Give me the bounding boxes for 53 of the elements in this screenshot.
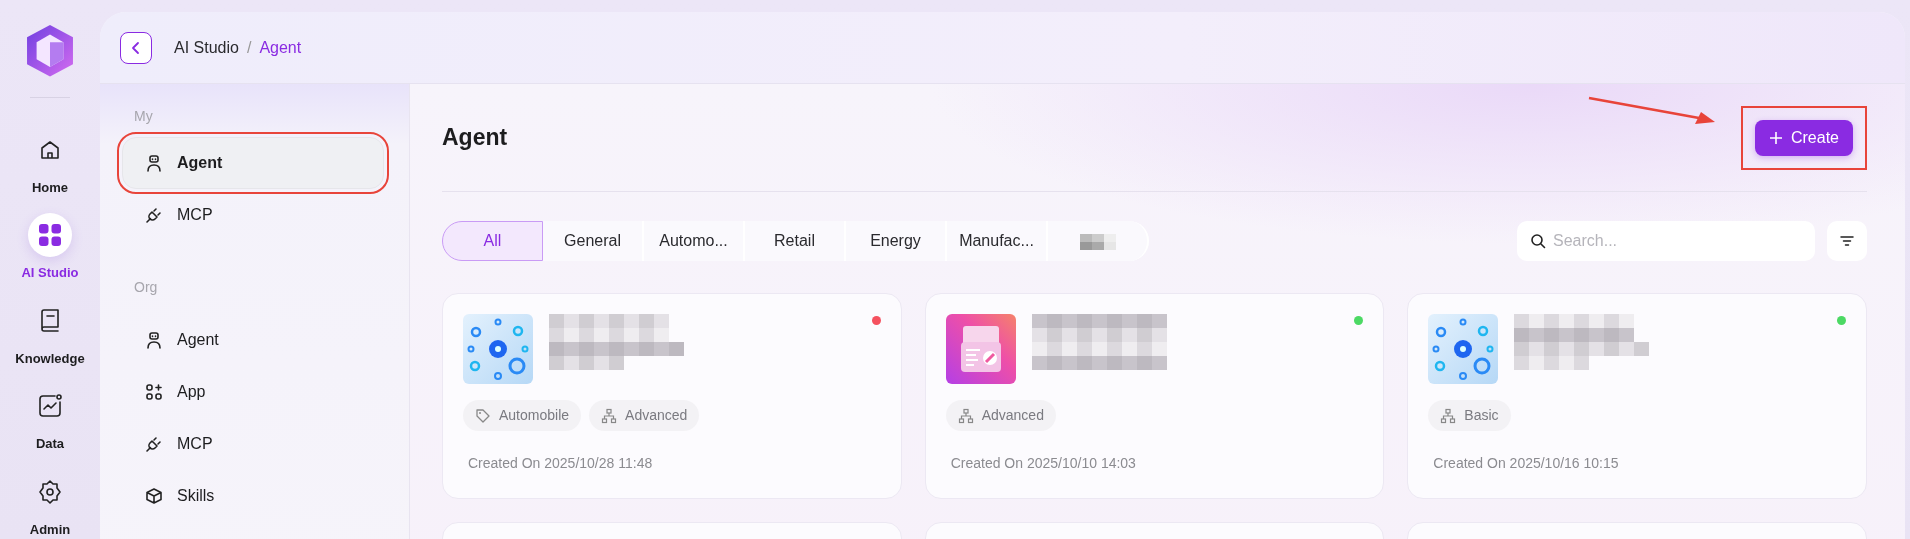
nav-item[interactable]: Knowledge: [15, 298, 85, 368]
nav-item[interactable]: Admin: [28, 469, 72, 539]
redacted-text: [1079, 233, 1116, 250]
chart-icon: [37, 393, 63, 419]
breadcrumb-separator: /: [246, 37, 252, 58]
plus-icon: [1768, 130, 1783, 145]
hierarchy-icon: [957, 407, 974, 424]
book-icon: [38, 307, 62, 334]
page-title: Agent: [442, 123, 508, 153]
search-field[interactable]: Search...: [1517, 221, 1815, 261]
back-button[interactable]: [120, 31, 152, 64]
sidebar-item[interactable]: App: [122, 366, 384, 418]
hierarchy-icon: [1440, 407, 1457, 424]
agent-card[interactable]: Advanced Created On 2025/10/10 14:03: [924, 293, 1385, 499]
apps-icon: [145, 383, 163, 401]
tag-chip: Advanced: [945, 400, 1056, 431]
settings-icon: [37, 478, 63, 505]
network-icon: [463, 314, 533, 384]
filter-icon: [1840, 235, 1854, 247]
agent-card[interactable]: Basic Created On 2025/10/16 10:15: [1407, 293, 1867, 499]
breadcrumb-current: Agent: [259, 37, 302, 58]
tag-icon: [475, 407, 491, 424]
plug-icon: [145, 206, 163, 224]
nav-item[interactable]: AI Studio: [21, 213, 79, 283]
grid-icon: [37, 222, 63, 248]
tag-chip: Advanced: [589, 400, 700, 431]
sidebar-item[interactable]: Agent: [122, 314, 384, 366]
plug-icon: [145, 435, 163, 453]
sidebar-item[interactable]: MCP: [122, 189, 384, 241]
sidebar-item[interactable]: Skills: [122, 470, 384, 522]
tag-chip: Automobile: [463, 400, 582, 431]
filter-button[interactable]: [1827, 221, 1867, 261]
tag-chip: Basic: [1428, 400, 1511, 431]
section-heading: My: [133, 107, 154, 126]
sidebar-item[interactable]: MCP: [122, 418, 384, 470]
agent-card[interactable]: Automobile Advanced Created On 2025/10/28 11:48: [442, 293, 902, 499]
section-heading: Org: [133, 278, 159, 297]
nav-item[interactable]: Home: [28, 127, 72, 197]
robot-icon: [145, 154, 163, 172]
hierarchy-icon: [601, 407, 618, 424]
search-icon: [1530, 233, 1546, 249]
filter-tab[interactable]: All: [442, 221, 543, 261]
network-icon: [1428, 314, 1499, 384]
back-icon: [130, 40, 142, 55]
breadcrumb-link[interactable]: AI Studio: [174, 35, 239, 60]
created-date: Created On 2025/10/16 10:15: [1432, 454, 1620, 473]
create-button[interactable]: Create: [1754, 119, 1853, 156]
document-icon: [945, 314, 1016, 384]
cube-icon: [145, 487, 163, 505]
nav-item[interactable]: Data: [28, 384, 72, 454]
robot-icon: [145, 331, 163, 349]
created-date: Created On 2025/10/10 14:03: [949, 454, 1137, 473]
created-date: Created On 2025/10/28 11:48: [467, 454, 654, 473]
